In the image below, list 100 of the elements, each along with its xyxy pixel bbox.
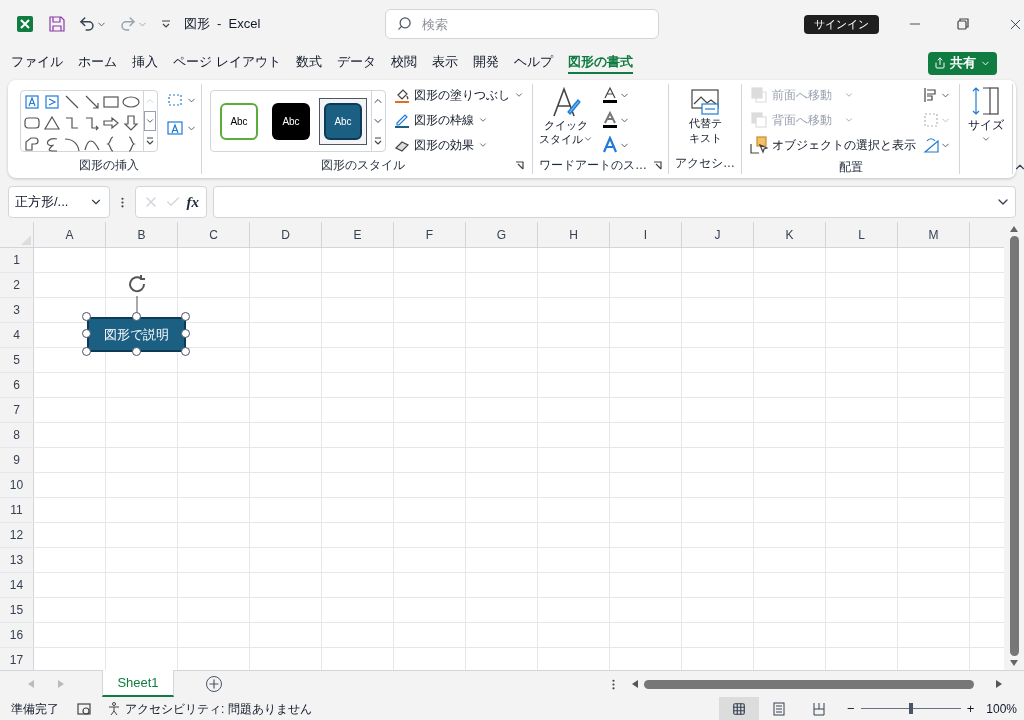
share-button[interactable]: 共有 xyxy=(928,51,997,75)
ribbon-command[interactable]: オブジェクトの選択と表示 xyxy=(750,136,916,154)
row-header[interactable]: 6 xyxy=(0,373,34,397)
row-header[interactable]: 14 xyxy=(0,573,34,597)
undo-icon[interactable] xyxy=(78,15,96,33)
pencil-icon[interactable] xyxy=(394,112,410,128)
zoom-in-button[interactable]: + xyxy=(966,698,975,719)
scroll-left-icon[interactable] xyxy=(632,680,638,688)
text-fill-icon[interactable] xyxy=(601,86,619,104)
column-header[interactable]: J xyxy=(682,222,754,247)
ribbon-tab[interactable]: ファイル xyxy=(11,51,63,75)
zoom-slider[interactable] xyxy=(860,702,961,715)
zoom-out-button[interactable]: − xyxy=(847,698,855,719)
restore-icon[interactable] xyxy=(957,18,970,30)
column-header[interactable]: L xyxy=(826,222,898,247)
slider-thumb[interactable] xyxy=(908,703,913,714)
shape-style-preset[interactable]: Abc xyxy=(319,97,367,145)
column-header[interactable]: M xyxy=(898,222,970,247)
ribbon-command[interactable]: 図形の枠線 xyxy=(394,111,524,129)
ribbon-tab[interactable]: ページ レイアウト xyxy=(173,51,281,75)
search-field[interactable]: 検索 xyxy=(385,9,660,39)
ribbon-command[interactable]: 図形の塗りつぶし xyxy=(394,86,524,104)
ribbon-tab[interactable]: 開発 xyxy=(472,51,499,75)
column-header[interactable]: H xyxy=(538,222,610,247)
view-button[interactable] xyxy=(719,697,760,720)
formula-field[interactable] xyxy=(213,186,1016,218)
paint-bucket-icon[interactable] xyxy=(394,87,410,103)
ribbon-tab[interactable]: 校閲 xyxy=(390,51,417,75)
text-shape[interactable]: 図形で説明 xyxy=(87,317,186,352)
page-break-icon xyxy=(812,701,827,716)
insert-function-button[interactable]: fx xyxy=(186,190,200,214)
column-header[interactable]: K xyxy=(754,222,826,247)
row-header[interactable]: 4 xyxy=(0,323,34,347)
ribbon-tab[interactable]: 図形の書式 xyxy=(567,51,633,75)
right-arrow-icon[interactable] xyxy=(102,114,121,132)
row-header[interactable]: 16 xyxy=(0,623,34,647)
horizontal-scrollbar[interactable] xyxy=(632,679,1002,689)
row-header[interactable]: 15 xyxy=(0,598,34,622)
column-header[interactable]: B xyxy=(106,222,178,247)
ribbon-tab[interactable]: 挿入 xyxy=(132,51,158,75)
column-header[interactable]: G xyxy=(466,222,538,247)
scroll-right-icon[interactable] xyxy=(996,680,1002,688)
arc-icon[interactable] xyxy=(62,135,81,153)
vertical-text-box-icon[interactable] xyxy=(42,93,61,111)
freeform-icon[interactable] xyxy=(23,135,41,153)
group-label: 配置 xyxy=(838,160,863,174)
column-header[interactable]: I xyxy=(610,222,682,247)
row-header[interactable]: 10 xyxy=(0,473,34,497)
ribbon-tab[interactable]: データ xyxy=(336,51,376,75)
row-header[interactable]: 1 xyxy=(0,248,34,272)
column-header[interactable]: A xyxy=(34,222,106,247)
size-button[interactable]: サイズ xyxy=(968,86,1004,144)
ribbon-tab[interactable]: 数式 xyxy=(295,51,322,75)
height-width-icon[interactable] xyxy=(970,86,1002,116)
search-icon xyxy=(397,16,413,31)
row-header[interactable]: 5 xyxy=(0,348,34,372)
sign-in-button[interactable]: サインイン xyxy=(804,14,880,34)
column-header[interactable]: D xyxy=(250,222,322,247)
column-header[interactable]: C xyxy=(178,222,250,247)
oval-icon[interactable] xyxy=(122,93,141,111)
ribbon-tab[interactable]: 表示 xyxy=(431,51,458,75)
triangle-icon[interactable] xyxy=(42,114,61,132)
dialog-launcher-icon[interactable] xyxy=(653,160,662,170)
rounded-rectangle-icon[interactable] xyxy=(23,114,41,132)
row-header[interactable]: 2 xyxy=(0,273,34,297)
zoom-level[interactable]: 100% xyxy=(986,699,1017,718)
accessibility-status[interactable]: アクセシビリティ: 問題ありません xyxy=(107,699,312,718)
name-box[interactable]: 正方形/... xyxy=(8,186,110,218)
column-header[interactable]: F xyxy=(394,222,466,247)
row-header[interactable]: 7 xyxy=(0,398,34,422)
selection-pane-icon[interactable] xyxy=(750,136,768,154)
customize-icon[interactable] xyxy=(159,18,172,30)
picture-caption-icon[interactable] xyxy=(690,88,720,116)
row-header[interactable]: 13 xyxy=(0,548,34,572)
dialog-launcher-icon[interactable] xyxy=(515,160,524,170)
row-header[interactable]: 9 xyxy=(0,448,34,472)
row-header[interactable]: 12 xyxy=(0,523,34,547)
text-outline-icon[interactable] xyxy=(601,111,619,129)
down-arrow-icon[interactable] xyxy=(122,114,141,132)
macro-recording-icon[interactable] xyxy=(77,701,91,716)
rotate-icon[interactable] xyxy=(922,136,940,154)
text-box-icon[interactable] xyxy=(166,120,184,136)
ribbon-tab[interactable]: ホーム xyxy=(78,51,117,75)
row-header[interactable]: 8 xyxy=(0,423,34,447)
scroll-down-icon[interactable] xyxy=(1010,660,1018,666)
row-header[interactable]: 3 xyxy=(0,298,34,322)
alt-text-button[interactable]: 代替テ キスト xyxy=(688,88,722,146)
row-header[interactable]: 11 xyxy=(0,498,34,522)
text-box-icon[interactable] xyxy=(23,93,41,111)
quick-styles-button[interactable]: クイック スタイル xyxy=(539,86,593,154)
add-sheet-icon[interactable] xyxy=(206,676,222,692)
text-effects-icon[interactable] xyxy=(601,136,619,154)
ribbon-command[interactable]: 図形の効果 xyxy=(394,136,524,154)
vertical-scrollbar[interactable] xyxy=(1004,222,1024,670)
sheet-tab[interactable]: Sheet1 xyxy=(102,670,174,697)
ribbon-tab[interactable]: ヘルプ xyxy=(513,51,553,75)
save-icon[interactable] xyxy=(48,15,66,33)
column-header[interactable]: E xyxy=(322,222,394,247)
scroll-up-icon[interactable] xyxy=(1010,226,1018,232)
row-header[interactable]: 17 xyxy=(0,648,34,670)
